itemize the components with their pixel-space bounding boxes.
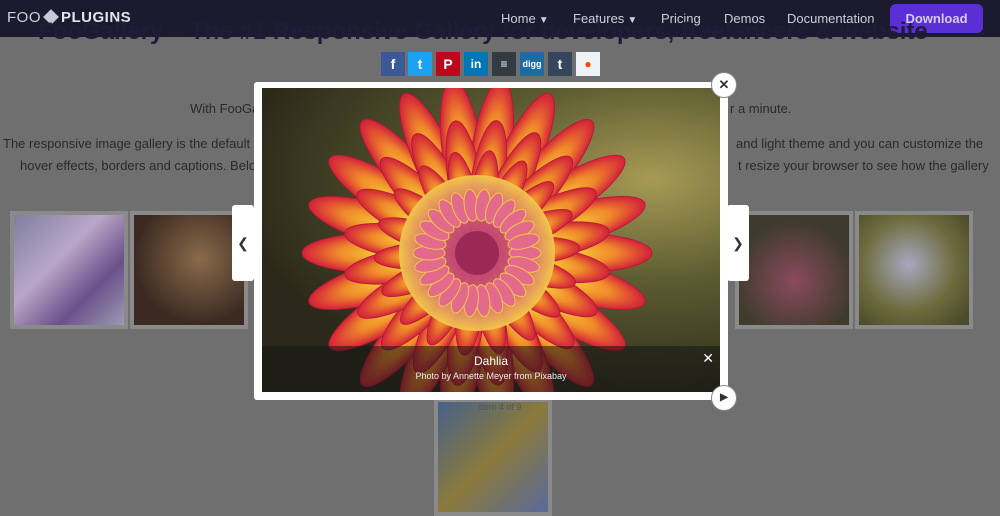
paragraph-line-2-left: The responsive image gallery is the defa… bbox=[3, 136, 261, 151]
linkedin-icon[interactable]: in bbox=[464, 52, 488, 76]
gallery-thumb-rose[interactable] bbox=[735, 211, 853, 329]
paragraph-line-3-right: t resize your browser to see how the gal… bbox=[738, 158, 989, 173]
chevron-left-icon: ❮ bbox=[237, 235, 249, 251]
reddit-icon[interactable]: ● bbox=[576, 52, 600, 76]
twitter-icon[interactable]: t bbox=[408, 52, 432, 76]
pinterest-icon[interactable]: P bbox=[436, 52, 460, 76]
close-icon: ✕ bbox=[718, 77, 730, 92]
chevron-right-icon: ❯ bbox=[732, 235, 744, 251]
play-slideshow-button[interactable]: ▶ bbox=[711, 385, 737, 411]
item-counter: Item 4 of 9 bbox=[478, 402, 522, 412]
gallery-thumb-sunset[interactable] bbox=[130, 211, 248, 329]
digg-icon[interactable]: digg bbox=[520, 52, 544, 76]
gallery-thumb-bloom[interactable] bbox=[855, 211, 973, 329]
paragraph-line-3-left: hover effects, borders and captions. Bel… bbox=[20, 158, 272, 173]
facebook-icon[interactable]: f bbox=[381, 52, 405, 76]
caption-title: Dahlia bbox=[473, 354, 509, 368]
next-button[interactable]: ❯ bbox=[727, 205, 749, 281]
gallery-thumb-yellow[interactable] bbox=[434, 398, 552, 516]
lightbox-modal: Dahlia Photo by Annette Meyer from Pixab… bbox=[254, 82, 728, 400]
prev-button[interactable]: ❮ bbox=[232, 205, 254, 281]
tumblr-icon[interactable]: t bbox=[548, 52, 572, 76]
page-title: FooGallery – The #1 Responsive Gallery f… bbox=[38, 18, 928, 45]
gallery-thumb-lily[interactable] bbox=[10, 211, 128, 329]
paragraph-line-2-right: and light theme and you can customize th… bbox=[736, 136, 984, 151]
logo-foo-text: FOO bbox=[7, 9, 41, 26]
buffer-icon[interactable]: ≡ bbox=[492, 52, 516, 76]
play-icon: ▶ bbox=[720, 392, 728, 403]
intro-text-right: r a minute. bbox=[730, 101, 792, 116]
caption-credit: Photo by Annette Meyer from Pixabay bbox=[415, 371, 567, 381]
caption-bar: Dahlia Photo by Annette Meyer from Pixab… bbox=[262, 346, 720, 392]
close-lightbox-button[interactable]: ✕ bbox=[711, 72, 737, 98]
caption-close-icon[interactable]: ✕ bbox=[702, 350, 714, 367]
intro-text-left: With FooGa bbox=[190, 101, 260, 116]
